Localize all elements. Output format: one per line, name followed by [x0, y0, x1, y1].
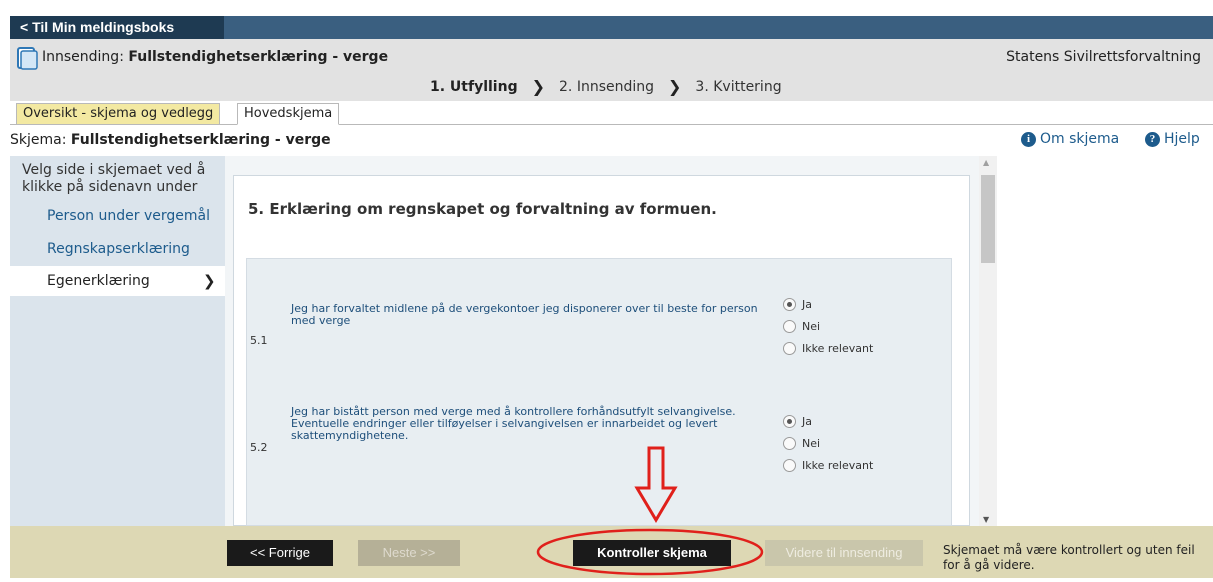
radio-label: Ikke relevant — [802, 342, 874, 355]
scroll-up-icon[interactable]: ▲ — [983, 158, 989, 167]
tab-main-form[interactable]: Hovedskjema — [237, 103, 340, 125]
schema-title: Skjema: Fullstendighetserklæring - verge — [10, 132, 331, 148]
radio-label: Ikke relevant — [802, 459, 874, 472]
step-innsending: 2. Innsending — [559, 78, 655, 95]
chevron-right-icon: ❯ — [203, 272, 216, 290]
validation-message: Skjemaet må være kontrollert og uten fei… — [943, 543, 1195, 572]
question-panel — [246, 258, 952, 526]
help-icon: ? — [1145, 131, 1160, 147]
agency-name: Statens Sivilrettsforvaltning — [1006, 49, 1201, 65]
radio-button[interactable] — [783, 415, 796, 428]
progress-steps: 1. Utfylling ❯ 2. Innsending ❯ 3. Kvitte… — [430, 77, 782, 96]
continue-to-submission-button[interactable]: Videre til innsending — [765, 540, 923, 566]
radio-option-nei[interactable]: Nei — [783, 320, 820, 333]
about-form-link[interactable]: i Om skjema — [1021, 131, 1119, 147]
sidebar-item-person-under-vergemal[interactable]: Person under vergemål — [47, 208, 210, 224]
radio-option-ikke-relevant[interactable]: Ikke relevant — [783, 459, 873, 472]
radio-option-nei[interactable]: Nei — [783, 437, 820, 450]
right-panel — [997, 156, 1213, 526]
previous-button[interactable]: << Forrige — [227, 540, 333, 566]
scrollbar-thumb[interactable] — [981, 175, 995, 263]
help-label: Hjelp — [1164, 131, 1200, 147]
annotation-arrow-icon — [630, 446, 690, 526]
radio-button[interactable] — [783, 320, 796, 333]
radio-button[interactable] — [783, 342, 796, 355]
info-icon: i — [1021, 131, 1036, 147]
submission-title: Innsending: Fullstendighetserklæring - v… — [42, 49, 389, 65]
section-title: 5. Erklæring om regnskapet og forvaltnin… — [248, 200, 717, 218]
radio-button[interactable] — [783, 437, 796, 450]
radio-option-ja[interactable]: Ja — [783, 415, 812, 428]
back-to-inbox-link[interactable]: < Til Min meldingsboks — [10, 16, 224, 39]
radio-label: Nei — [802, 320, 821, 333]
sidebar-hint: Velg side i skjemaet ved å klikke på sid… — [22, 162, 206, 195]
radio-option-ikke-relevant[interactable]: Ikke relevant — [783, 342, 873, 355]
chevron-right-icon: ❯ — [531, 77, 546, 96]
step-kvittering: 3. Kvittering — [695, 78, 782, 95]
step-utfylling: 1. Utfylling — [430, 78, 518, 95]
document-icon — [16, 46, 38, 70]
annotation-ellipse — [535, 528, 765, 578]
next-button[interactable]: Neste >> — [358, 540, 460, 566]
radio-option-ja[interactable]: Ja — [783, 298, 812, 311]
radio-label: Nei — [802, 437, 821, 450]
about-form-label: Om skjema — [1040, 131, 1120, 147]
tab-overview[interactable]: Oversikt - skjema og vedlegg — [16, 103, 221, 125]
radio-button[interactable] — [783, 459, 796, 472]
sidebar-item-label: Egenerklæring — [47, 273, 150, 289]
radio-label: Ja — [802, 298, 812, 311]
sidebar-item-regnskapserklaring[interactable]: Regnskapserklæring — [47, 241, 190, 257]
question-text: Jeg har bistått person med verge med å k… — [291, 405, 736, 442]
question-number: 5.1 — [250, 334, 268, 347]
help-link[interactable]: ? Hjelp — [1145, 131, 1200, 147]
radio-button[interactable] — [783, 298, 796, 311]
scroll-down-icon[interactable]: ▼ — [983, 515, 989, 524]
question-text: Jeg har forvaltet midlene på de vergekon… — [291, 302, 758, 327]
radio-label: Ja — [802, 415, 812, 428]
question-number: 5.2 — [250, 441, 268, 454]
chevron-right-icon: ❯ — [668, 77, 682, 96]
